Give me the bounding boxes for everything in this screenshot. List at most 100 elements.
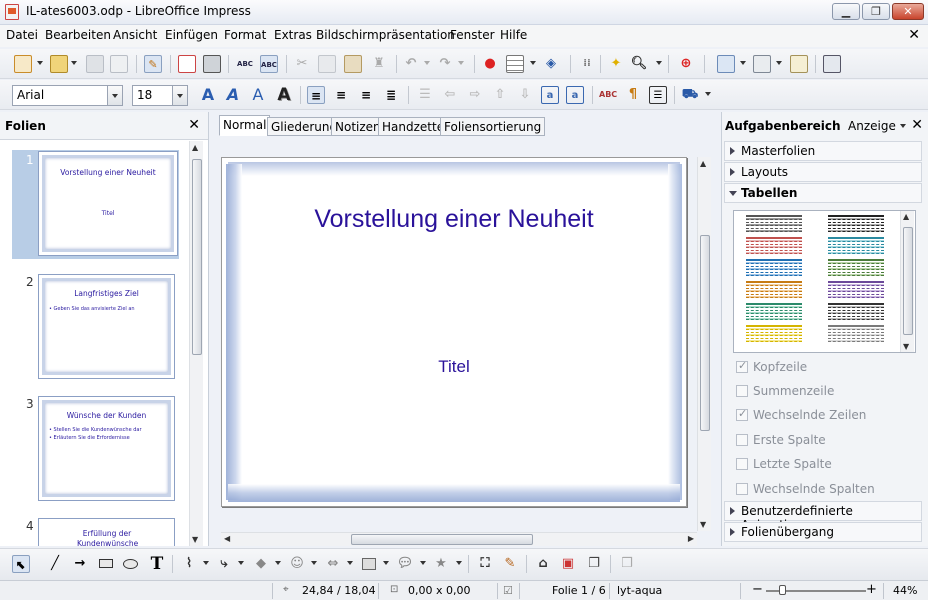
tab-normal[interactable]: Normal: [219, 115, 271, 136]
paragraph-icon[interactable]: ¶: [624, 86, 642, 104]
chart-icon[interactable]: ●: [481, 55, 499, 73]
slide-canvas[interactable]: Vorstellung einer Neuheit Titel: [221, 157, 687, 507]
scroll-right-icon[interactable]: ▶: [688, 534, 694, 543]
close-icon[interactable]: ✕: [188, 117, 200, 133]
table-style-swatch[interactable]: [746, 215, 802, 235]
slide-title[interactable]: Vorstellung einer Neuheit: [222, 205, 686, 234]
section-masterfolien[interactable]: Masterfolien: [724, 141, 922, 161]
demote-icon[interactable]: ⇨: [466, 86, 484, 104]
save-icon[interactable]: [86, 55, 104, 73]
copy-icon[interactable]: [318, 55, 336, 73]
checkbox[interactable]: [736, 385, 748, 397]
move-up-icon[interactable]: ⇧: [491, 86, 509, 104]
section-layouts[interactable]: Layouts: [724, 162, 922, 182]
shadow-icon[interactable]: A: [275, 86, 293, 104]
tab-foliensortierung[interactable]: Foliensortierung: [440, 117, 546, 136]
scroll-down-icon[interactable]: ▼: [700, 520, 706, 529]
basic-shapes-icon[interactable]: ◆: [252, 555, 270, 573]
promote-icon[interactable]: ⇦: [441, 86, 459, 104]
curve-icon[interactable]: ⌇: [180, 555, 198, 573]
edit-file-icon[interactable]: ✎: [144, 55, 162, 73]
table-style-swatch[interactable]: [746, 237, 802, 257]
font-size-combo[interactable]: 18: [132, 85, 188, 106]
scroll-down-icon[interactable]: ▼: [192, 535, 198, 544]
zoom-out-icon[interactable]: −: [752, 582, 763, 597]
tab-gliederung[interactable]: Gliederung: [267, 117, 342, 136]
redo-dropdown-icon[interactable]: [458, 61, 464, 65]
table-design-gallery[interactable]: [733, 210, 916, 353]
redo-icon[interactable]: ↷: [436, 55, 454, 73]
slide-vertical-scrollbar[interactable]: ▲ ▼: [697, 157, 711, 531]
navigator-icon[interactable]: ◈: [542, 55, 560, 73]
italic-icon[interactable]: A: [224, 86, 242, 104]
menu-bearbeiten[interactable]: Bearbeiten: [45, 28, 111, 42]
scrollbar-thumb[interactable]: [700, 235, 710, 431]
zoom-dropdown-icon[interactable]: [656, 61, 662, 65]
scroll-up-icon[interactable]: ▲: [903, 212, 909, 221]
extrusion-icon[interactable]: ❒: [618, 555, 636, 573]
rectangle-icon[interactable]: [97, 555, 115, 573]
scrollbar-thumb[interactable]: [192, 159, 202, 355]
gallery-icon[interactable]: ❐: [585, 555, 603, 573]
scroll-down-icon[interactable]: ▼: [903, 342, 909, 351]
cut-icon[interactable]: ✂: [293, 55, 311, 73]
undo-icon[interactable]: ↶: [402, 55, 420, 73]
minimize-button[interactable]: ▁: [832, 3, 860, 20]
zoom-in-icon[interactable]: +: [866, 582, 877, 597]
justify-icon[interactable]: ≣: [382, 86, 400, 104]
checkbox[interactable]: [736, 359, 748, 373]
chevron-down-icon[interactable]: [107, 86, 122, 105]
checkbox[interactable]: [736, 483, 748, 495]
display-views-icon[interactable]: [753, 55, 771, 73]
menu-bildschirmpraesentation[interactable]: Bildschirmpräsentation: [316, 28, 455, 42]
menu-hilfe[interactable]: Hilfe: [500, 28, 527, 42]
line-arrow-icon[interactable]: →: [71, 555, 89, 573]
help-icon[interactable]: ⊕: [677, 55, 695, 73]
fontwork-icon[interactable]: ⌂: [534, 555, 552, 573]
gallery-scrollbar[interactable]: ▲ ▼: [900, 211, 914, 352]
table-style-swatch[interactable]: [828, 281, 884, 301]
zoom-slider-knob[interactable]: [779, 585, 786, 595]
character-icon[interactable]: ABC: [599, 86, 617, 104]
from-file-icon[interactable]: ▣: [559, 555, 577, 573]
document-modified-icon[interactable]: ☑: [503, 584, 513, 597]
menu-ansicht[interactable]: Ansicht: [113, 28, 157, 42]
section-tabellen[interactable]: Tabellen: [724, 183, 922, 203]
close-icon[interactable]: ✕: [911, 117, 923, 133]
highlighting-icon[interactable]: ⛟: [681, 86, 699, 104]
stars-icon[interactable]: ★: [432, 555, 450, 573]
zoom-percent[interactable]: 44%: [893, 584, 917, 597]
close-document-icon[interactable]: ✕: [908, 27, 920, 43]
symbol-shapes-icon[interactable]: ☺: [288, 555, 306, 573]
text-icon[interactable]: T: [148, 555, 166, 573]
table-style-swatch[interactable]: [828, 303, 884, 323]
undo-dropdown-icon[interactable]: [424, 61, 430, 65]
align-center-icon[interactable]: ≡: [332, 86, 350, 104]
slide-design-dropdown-icon[interactable]: [740, 61, 746, 65]
checkbox[interactable]: [736, 407, 748, 421]
decrease-font-icon[interactable]: a: [566, 86, 584, 104]
connector-dropdown-icon[interactable]: [238, 561, 244, 565]
menu-einfuegen[interactable]: Einfügen: [165, 28, 218, 42]
ellipse-icon[interactable]: [122, 555, 140, 573]
bold-icon[interactable]: A: [199, 86, 217, 104]
autospellcheck-icon[interactable]: ABC: [260, 55, 278, 73]
export-pdf-icon[interactable]: [178, 55, 196, 73]
bullets-numbering-icon[interactable]: ☰: [649, 86, 667, 104]
table-style-swatch[interactable]: [828, 259, 884, 279]
slide-horizontal-scrollbar[interactable]: ◀ ▶: [221, 532, 697, 546]
line-icon[interactable]: ╱: [46, 555, 64, 573]
table-icon[interactable]: [506, 55, 524, 73]
section-slide-transition[interactable]: Folienübergang: [724, 522, 922, 542]
grid-icon[interactable]: ⁞⁞: [578, 55, 596, 73]
table-style-swatch[interactable]: [746, 303, 802, 323]
menu-datei[interactable]: Datei: [6, 28, 38, 42]
tab-notizen[interactable]: Notizen: [331, 117, 385, 136]
menu-fenster[interactable]: Fenster: [450, 28, 495, 42]
bullets-icon[interactable]: ☰: [416, 86, 434, 104]
stars-dropdown-icon[interactable]: [456, 561, 462, 565]
underline-icon[interactable]: A: [249, 86, 267, 104]
table-style-swatch[interactable]: [746, 281, 802, 301]
align-right-icon[interactable]: ≡: [357, 86, 375, 104]
zoom-icon[interactable]: 🔍︎: [630, 55, 648, 73]
